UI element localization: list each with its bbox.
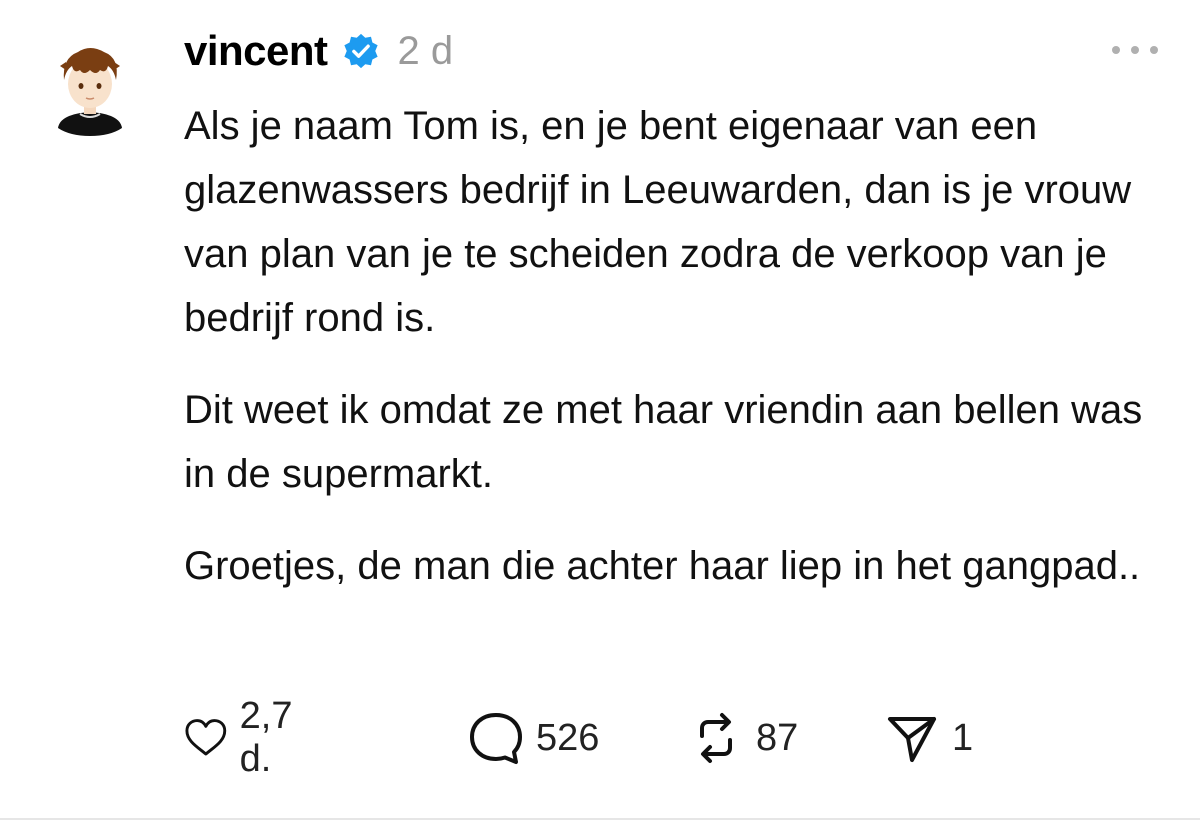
post-timestamp: 2 d bbox=[397, 28, 454, 73]
post-body: Als je naam Tom is, en je bent eigenaar … bbox=[184, 94, 1174, 626]
divider bbox=[0, 818, 1200, 820]
like-count: 2,7 d. bbox=[239, 695, 293, 780]
repost-icon bbox=[700, 713, 732, 763]
verified-badge-icon bbox=[342, 32, 380, 70]
reply-count: 526 bbox=[536, 716, 600, 759]
thread-post: vincent 2 d Als je naam Tom is, en je be… bbox=[0, 0, 1200, 840]
share-count: 1 bbox=[952, 716, 974, 759]
like-button[interactable]: 2,7 d. bbox=[184, 695, 309, 780]
more-options-icon[interactable] bbox=[1112, 42, 1158, 58]
more-dot bbox=[1150, 46, 1158, 54]
share-button[interactable]: 1 bbox=[884, 710, 973, 766]
speech-bubble-icon bbox=[470, 713, 522, 764]
heart-icon bbox=[185, 719, 227, 756]
send-icon bbox=[888, 717, 936, 762]
more-dot bbox=[1112, 46, 1120, 54]
more-dot bbox=[1131, 46, 1139, 54]
repost-button[interactable]: 87 bbox=[688, 710, 798, 766]
avatar[interactable] bbox=[50, 40, 130, 140]
post-paragraph: Groetjes, de man die achter haar liep in… bbox=[184, 544, 1141, 588]
post-paragraph: Als je naam Tom is, en je bent eigenaar … bbox=[184, 104, 1132, 340]
post-paragraph: Dit weet ik omdat ze met haar vriendin a… bbox=[184, 388, 1143, 496]
reply-button[interactable]: 526 bbox=[468, 710, 599, 766]
author-name[interactable]: vincent bbox=[184, 27, 328, 75]
post-header: vincent 2 d bbox=[184, 24, 453, 78]
repost-count: 87 bbox=[756, 716, 799, 759]
